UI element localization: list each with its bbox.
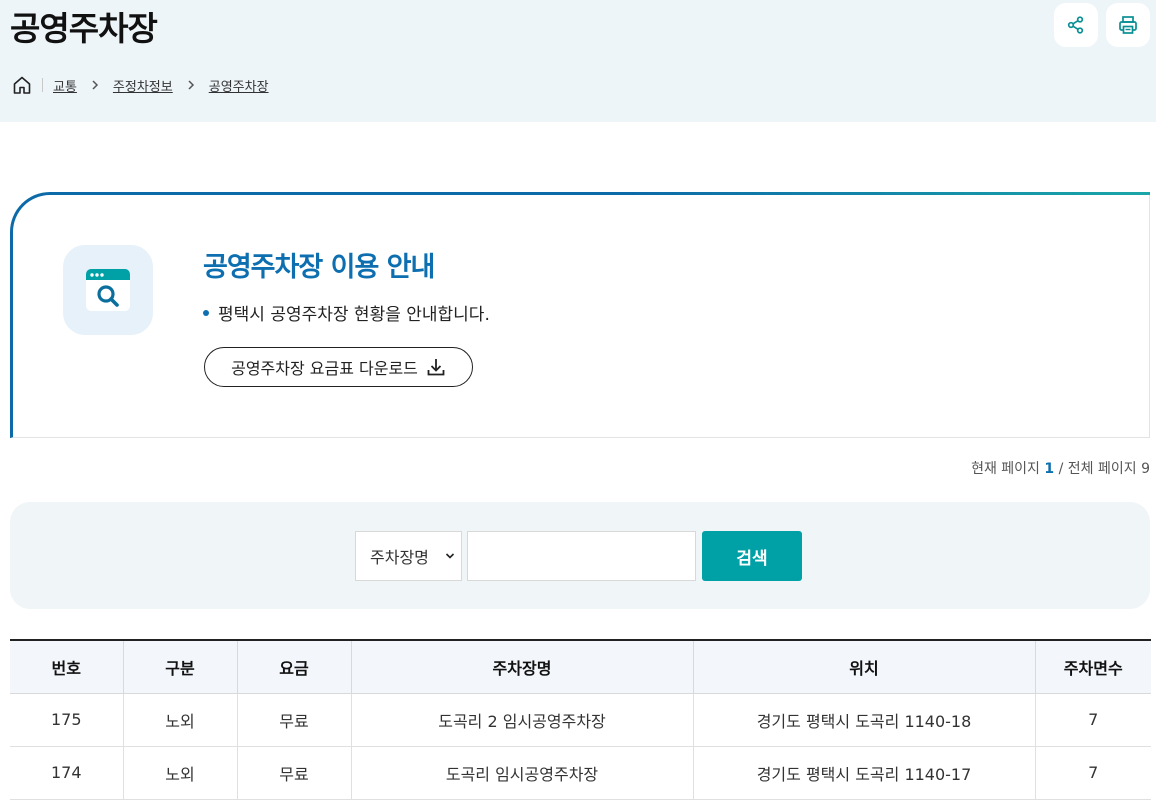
current-page-number: 1 [1044, 461, 1055, 477]
breadcrumb-item-public-parking[interactable]: 공영주차장 [209, 76, 269, 95]
cell-location: 경기도 평택시 도곡리 1140-18 [692, 693, 1035, 747]
current-page-label: 현재 페이지 [971, 461, 1040, 477]
column-header-fee: 요금 [236, 640, 351, 694]
cell-type: 노외 [122, 746, 237, 800]
page-title: 공영주차장 [10, 9, 158, 48]
search-panel: 주차장명 검색 [10, 502, 1150, 609]
column-header-number: 번호 [10, 640, 123, 694]
column-header-type: 구분 [122, 640, 237, 694]
chevron-down-icon [445, 553, 455, 559]
page-info: 현재 페이지 1 / 전체 페이지 9 [971, 458, 1150, 478]
column-header-parking-name: 주차장명 [350, 640, 693, 694]
breadcrumb-divider [42, 78, 43, 92]
guide-title: 공영주차장 이용 안내 [203, 252, 435, 283]
column-header-spaces: 주차면수 [1034, 640, 1151, 694]
column-header-location: 위치 [692, 640, 1035, 694]
cell-parking-name[interactable]: 도곡리 2 임시공영주차장 [350, 693, 693, 747]
share-icon [1067, 16, 1084, 34]
cell-fee: 무료 [236, 693, 351, 747]
cell-number: 175 [10, 693, 123, 747]
cell-spaces: 7 [1034, 746, 1151, 800]
chevron-right-icon [187, 80, 195, 90]
download-fee-table-button[interactable]: 공영주차장 요금표 다운로드 [204, 347, 473, 387]
cell-spaces: 7 [1034, 693, 1151, 747]
page-header [0, 0, 1156, 122]
total-page-label: / 전체 페이지 [1058, 461, 1137, 477]
search-button[interactable]: 검색 [702, 531, 802, 581]
browser-search-icon [86, 269, 130, 311]
cell-location: 경기도 평택시 도곡리 1140-17 [692, 746, 1035, 800]
bullet-icon [203, 309, 209, 316]
total-page-number: 9 [1141, 461, 1150, 477]
cell-fee: 무료 [236, 746, 351, 800]
download-button-label: 공영주차장 요금표 다운로드 [231, 359, 418, 378]
cell-number: 174 [10, 746, 123, 800]
breadcrumb-item-parking-info[interactable]: 주정차정보 [113, 76, 173, 95]
guide-description: 평택시 공영주차장 현황을 안내합니다. [203, 300, 490, 325]
breadcrumb: 교통 주정차정보 공영주차장 [12, 74, 269, 96]
guide-box: 공영주차장 이용 안내 평택시 공영주차장 현황을 안내합니다. 공영주차장 요… [10, 192, 1150, 438]
cell-parking-name[interactable]: 도곡리 임시공영주차장 [350, 746, 693, 800]
parking-table: 번호 구분 요금 주차장명 위치 주차면수 175 노외 무료 도곡리 2 임시… [10, 639, 1151, 800]
breadcrumb-item-traffic[interactable]: 교통 [53, 76, 77, 95]
breadcrumb-home[interactable] [12, 75, 32, 95]
guide-icon-container [63, 245, 153, 335]
cell-type: 노외 [122, 693, 237, 747]
chevron-right-icon [91, 80, 99, 90]
home-icon [13, 76, 31, 94]
download-icon [427, 359, 445, 376]
search-type-select[interactable]: 주차장명 [355, 531, 462, 581]
share-button[interactable] [1054, 3, 1098, 47]
table-row[interactable]: 174 노외 무료 도곡리 임시공영주차장 경기도 평택시 도곡리 1140-1… [10, 746, 1151, 800]
table-row[interactable]: 175 노외 무료 도곡리 2 임시공영주차장 경기도 평택시 도곡리 1140… [10, 693, 1151, 747]
guide-description-text: 평택시 공영주차장 현황을 안내합니다. [218, 305, 490, 325]
table-header-row: 번호 구분 요금 주차장명 위치 주차면수 [10, 640, 1151, 694]
print-button[interactable] [1106, 3, 1150, 47]
print-icon [1119, 16, 1137, 34]
search-input[interactable] [467, 531, 696, 581]
search-type-value: 주차장명 [370, 548, 429, 567]
